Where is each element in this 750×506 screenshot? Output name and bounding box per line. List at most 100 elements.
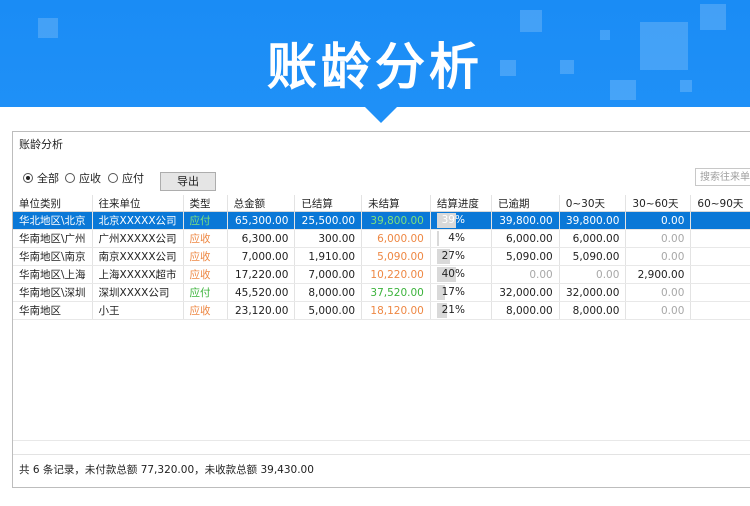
- cell-unsettled: 5,090.00: [361, 247, 431, 266]
- cell-60-90: [690, 283, 750, 302]
- table-row[interactable]: 华南地区\广州 广州XXXXX公司 应收 6,300.00 300.00 6,0…: [13, 229, 750, 248]
- banner: 账龄分析: [0, 0, 750, 107]
- progress-bar: 21%: [436, 303, 485, 318]
- col-type[interactable]: 类型: [183, 195, 228, 212]
- cell-progress: 40%: [430, 265, 492, 284]
- cell-settled: 1,910.00: [294, 247, 363, 266]
- cell-progress: 4%: [430, 229, 492, 248]
- cell-settled: 5,000.00: [294, 301, 363, 320]
- cell-type: 应收: [183, 265, 228, 284]
- progress-label: 21%: [441, 304, 465, 316]
- cell-30-60: 0.00: [625, 301, 692, 320]
- cell-type: 应付: [183, 283, 228, 302]
- progress-bar: 17%: [436, 285, 485, 300]
- table-header: 单位类别 往来单位 类型 总金额 已结算 未结算 结算进度 已逾期 0~30天 …: [13, 195, 750, 212]
- cell-unit: 南京XXXXX公司: [92, 247, 184, 266]
- radio-checked-icon: [23, 173, 33, 183]
- col-total[interactable]: 总金额: [227, 195, 296, 212]
- col-unit[interactable]: 往来单位: [92, 195, 184, 212]
- radio-unchecked-icon: [108, 173, 118, 183]
- cell-unit: 北京XXXXX公司: [92, 211, 184, 230]
- col-category[interactable]: 单位类别: [13, 195, 93, 212]
- progress-bar: 40%: [436, 267, 485, 282]
- cell-30-60: 2,900.00: [625, 265, 692, 284]
- filter-receivable-radio[interactable]: 应收: [65, 170, 101, 186]
- cell-0-30: 0.00: [559, 265, 627, 284]
- filter-all-label: 全部: [37, 172, 59, 185]
- cell-total: 17,220.00: [227, 265, 296, 284]
- search-input[interactable]: 搜索往来单位: [695, 168, 750, 186]
- cell-total: 7,000.00: [227, 247, 296, 266]
- progress-bar: 39%: [436, 213, 485, 228]
- col-settled[interactable]: 已结算: [294, 195, 363, 212]
- cell-category: 华南地区: [13, 301, 93, 320]
- cell-total: 45,520.00: [227, 283, 296, 302]
- cell-0-30: 39,800.00: [559, 211, 627, 230]
- col-60-90[interactable]: 60~90天: [690, 195, 750, 212]
- progress-label: 40%: [441, 268, 465, 280]
- col-0-30[interactable]: 0~30天: [559, 195, 627, 212]
- cell-type: 应收: [183, 229, 228, 248]
- cell-total: 6,300.00: [227, 229, 296, 248]
- banner-title: 账龄分析: [267, 38, 483, 96]
- table-row[interactable]: 华北地区\北京 北京XXXXX公司 应付 65,300.00 25,500.00…: [13, 211, 750, 230]
- progress-label: 39%: [441, 214, 465, 226]
- status-divider: [13, 454, 750, 455]
- col-progress[interactable]: 结算进度: [430, 195, 492, 212]
- cell-30-60: 0.00: [625, 211, 692, 230]
- cell-60-90: [690, 247, 750, 266]
- table-row[interactable]: 华南地区 小王 应收 23,120.00 5,000.00 18,120.00 …: [13, 301, 750, 320]
- cell-settled: 8,000.00: [294, 283, 363, 302]
- cell-settled: 25,500.00: [294, 211, 363, 230]
- cell-unsettled: 18,120.00: [361, 301, 431, 320]
- cell-unit: 深圳XXXX公司: [92, 283, 184, 302]
- cell-unit: 小王: [92, 301, 184, 320]
- cell-60-90: [690, 229, 750, 248]
- progress-label: 17%: [441, 286, 465, 298]
- cell-total: 65,300.00: [227, 211, 296, 230]
- table-row[interactable]: 华南地区\南京 南京XXXXX公司 应收 7,000.00 1,910.00 5…: [13, 247, 750, 266]
- progress-bar: 4%: [436, 231, 485, 246]
- export-button[interactable]: 导出: [160, 172, 216, 191]
- cell-total: 23,120.00: [227, 301, 296, 320]
- cell-progress: 21%: [430, 301, 492, 320]
- cell-unsettled: 6,000.00: [361, 229, 431, 248]
- cell-overdue: 6,000.00: [491, 229, 560, 248]
- cell-progress: 39%: [430, 211, 492, 230]
- cell-unsettled: 37,520.00: [361, 283, 431, 302]
- cell-60-90: [690, 301, 750, 320]
- toolbar: 全部 应收 应付 导出 搜索往来单位: [13, 160, 750, 196]
- aging-analysis-window: 账龄分析 全部 应收 应付 导出 搜索往来单位 单位类别 往来单位 类型: [12, 131, 750, 488]
- cell-overdue: 32,000.00: [491, 283, 560, 302]
- cell-category: 华南地区\深圳: [13, 283, 93, 302]
- cell-unit: 上海XXXXX超市: [92, 265, 184, 284]
- cell-settled: 300.00: [294, 229, 363, 248]
- cell-overdue: 39,800.00: [491, 211, 560, 230]
- cell-category: 华南地区\广州: [13, 229, 93, 248]
- cell-progress: 17%: [430, 283, 492, 302]
- cell-overdue: 8,000.00: [491, 301, 560, 320]
- col-30-60[interactable]: 30~60天: [625, 195, 692, 212]
- cell-unit: 广州XXXXX公司: [92, 229, 184, 248]
- cell-0-30: 32,000.00: [559, 283, 627, 302]
- cell-category: 华南地区\南京: [13, 247, 93, 266]
- cell-category: 华南地区\上海: [13, 265, 93, 284]
- filter-receivable-label: 应收: [79, 172, 101, 185]
- cell-overdue: 5,090.00: [491, 247, 560, 266]
- filter-all-radio[interactable]: 全部: [23, 170, 59, 186]
- table-row[interactable]: 华南地区\上海 上海XXXXX超市 应收 17,220.00 7,000.00 …: [13, 265, 750, 284]
- cell-60-90: [690, 211, 750, 230]
- filter-payable-radio[interactable]: 应付: [108, 170, 144, 186]
- progress-label: 27%: [441, 250, 465, 262]
- filter-payable-label: 应付: [122, 172, 144, 185]
- cell-unsettled: 39,800.00: [361, 211, 431, 230]
- cell-type: 应收: [183, 247, 228, 266]
- table-row[interactable]: 华南地区\深圳 深圳XXXX公司 应付 45,520.00 8,000.00 3…: [13, 283, 750, 302]
- col-unsettled[interactable]: 未结算: [361, 195, 431, 212]
- cell-category: 华北地区\北京: [13, 211, 93, 230]
- progress-bar: 27%: [436, 249, 485, 264]
- status-summary: 共 6 条记录，未付款总额 77,320.00，未收款总额 39,430.00: [19, 464, 314, 476]
- col-overdue[interactable]: 已逾期: [491, 195, 560, 212]
- cell-type: 应付: [183, 211, 228, 230]
- cell-60-90: [690, 265, 750, 284]
